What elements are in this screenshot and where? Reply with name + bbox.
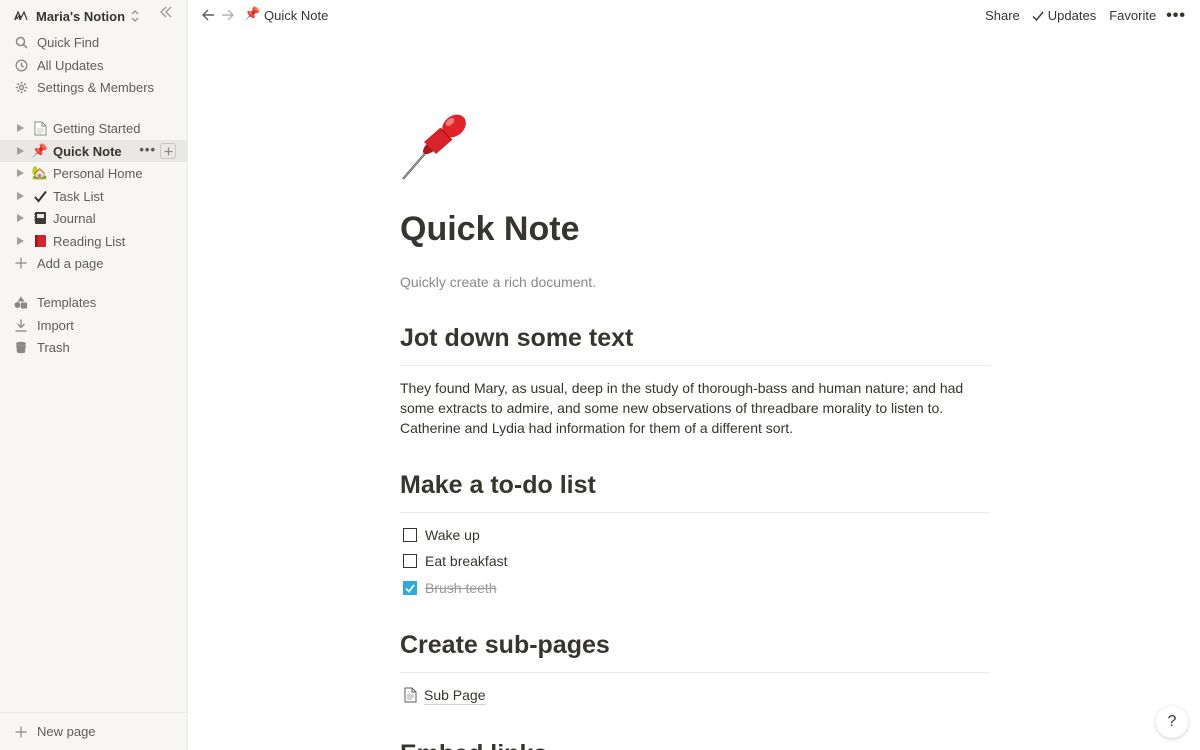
plus-icon	[14, 725, 28, 739]
sidebar-page-journal[interactable]: Journal	[0, 207, 188, 229]
sidebar-page-label: Reading List	[53, 233, 126, 249]
sidebar-item-label: Settings & Members	[37, 79, 155, 95]
text-block[interactable]: They found Mary, as usual, deep in the s…	[400, 378, 990, 438]
back-arrow-icon[interactable]	[201, 8, 215, 22]
heading-todo[interactable]: Make a to-do list	[400, 471, 990, 513]
workspace-name: Maria's Notion	[36, 8, 126, 24]
help-button[interactable]: ?	[1156, 706, 1188, 738]
collapse-sidebar-icon[interactable]	[159, 5, 173, 19]
expand-triangle-icon[interactable]	[16, 237, 24, 245]
sidebar-page-label: Getting Started	[53, 120, 141, 136]
updates-button[interactable]: Updates	[1048, 8, 1096, 23]
sidebar-item-label: Trash	[37, 339, 70, 355]
topbar: 📌 Quick Note Share Updates Favorite •••	[188, 0, 1200, 32]
expand-triangle-icon[interactable]	[16, 147, 24, 155]
checkmark-icon	[32, 188, 48, 204]
search-icon	[14, 35, 28, 49]
expand-triangle-icon[interactable]	[16, 214, 24, 222]
new-page-button[interactable]: New page	[0, 712, 188, 750]
templates-icon	[14, 295, 28, 309]
checkmark-icon	[1032, 11, 1044, 21]
share-button[interactable]: Share	[985, 8, 1020, 23]
expand-triangle-icon[interactable]	[16, 169, 24, 177]
sidebar-item-settings[interactable]: Settings & Members	[0, 76, 188, 98]
more-options-icon[interactable]: •••	[1166, 7, 1186, 23]
sidebar-item-label: All Updates	[37, 57, 104, 73]
sidebar-item-all-updates[interactable]: All Updates	[0, 54, 188, 76]
sidebar-item-quick-find[interactable]: Quick Find	[0, 31, 188, 53]
todo-checkbox[interactable]	[403, 554, 417, 568]
page-subtitle[interactable]: Quickly create a rich document.	[400, 274, 596, 290]
add-subpage-button[interactable]	[160, 143, 176, 159]
import-icon	[14, 318, 28, 332]
page-document-icon	[32, 120, 48, 136]
add-page-button[interactable]: Add a page	[0, 252, 188, 274]
todo-text[interactable]: Wake up	[425, 527, 480, 543]
sub-page-label[interactable]: Sub Page	[424, 686, 486, 705]
sidebar-item-label: Templates	[37, 294, 97, 310]
sidebar-item-import[interactable]: Import	[0, 314, 188, 336]
topbar-actions: Share Updates Favorite •••	[985, 7, 1186, 23]
red-book-icon	[32, 233, 48, 249]
plus-icon	[14, 256, 28, 270]
sidebar-page-label: Personal Home	[53, 165, 143, 181]
sub-page-link[interactable]: Sub Page	[400, 684, 486, 706]
sidebar-item-label: Import	[37, 317, 74, 333]
sidebar-page-personal-home[interactable]: 🏡 Personal Home	[0, 162, 188, 184]
todo-text[interactable]: Eat breakfast	[425, 553, 508, 569]
notebook-icon	[32, 210, 48, 226]
heading-embed-links[interactable]: Embed links	[400, 740, 547, 750]
pushpin-icon: 📌	[31, 143, 49, 158]
workspace-logo: ʍ	[14, 9, 28, 23]
todo-checkbox-checked[interactable]	[403, 581, 417, 595]
page-title[interactable]: Quick Note	[400, 210, 579, 249]
sidebar-item-templates[interactable]: Templates	[0, 291, 188, 313]
expand-triangle-icon[interactable]	[16, 124, 24, 132]
pushpin-icon[interactable]	[400, 110, 470, 182]
new-page-label: New page	[37, 724, 96, 739]
add-page-label: Add a page	[37, 255, 104, 271]
todo-checkbox[interactable]	[403, 528, 417, 542]
sidebar-page-getting-started[interactable]: Getting Started	[0, 117, 188, 139]
sidebar-page-label: Task List	[53, 188, 104, 204]
sidebar-page-reading-list[interactable]: Reading List	[0, 230, 188, 252]
breadcrumb-pushpin-icon: 📌	[244, 6, 261, 21]
todo-text[interactable]: Brush teeth	[425, 580, 497, 596]
sidebar: ʍ Maria's Notion Quick Find All Updates …	[0, 0, 188, 750]
todo-item[interactable]: Wake up	[400, 524, 480, 546]
sidebar-item-label: Quick Find	[37, 34, 100, 50]
sidebar-page-quick-note[interactable]: 📌 Quick Note •••	[0, 140, 188, 162]
clock-icon	[14, 58, 28, 72]
more-options-icon[interactable]: •••	[139, 143, 156, 156]
sidebar-item-trash[interactable]: Trash	[0, 336, 188, 358]
page-document-icon	[404, 687, 417, 703]
todo-item[interactable]: Eat breakfast	[400, 550, 508, 572]
chevron-updown-icon	[131, 10, 139, 22]
breadcrumb[interactable]: Quick Note	[264, 8, 328, 23]
gear-icon	[14, 80, 28, 94]
heading-subpages[interactable]: Create sub-pages	[400, 631, 990, 673]
todo-item[interactable]: Brush teeth	[400, 577, 497, 599]
sidebar-page-label: Quick Note	[53, 143, 122, 159]
forward-arrow-icon[interactable]	[221, 8, 235, 22]
house-icon: 🏡	[31, 165, 49, 180]
expand-triangle-icon[interactable]	[16, 192, 24, 200]
heading-jot-down[interactable]: Jot down some text	[400, 324, 990, 366]
trash-icon	[14, 340, 28, 354]
sidebar-page-label: Journal	[53, 210, 96, 226]
sidebar-page-task-list[interactable]: Task List	[0, 185, 188, 207]
favorite-button[interactable]: Favorite	[1109, 8, 1156, 23]
